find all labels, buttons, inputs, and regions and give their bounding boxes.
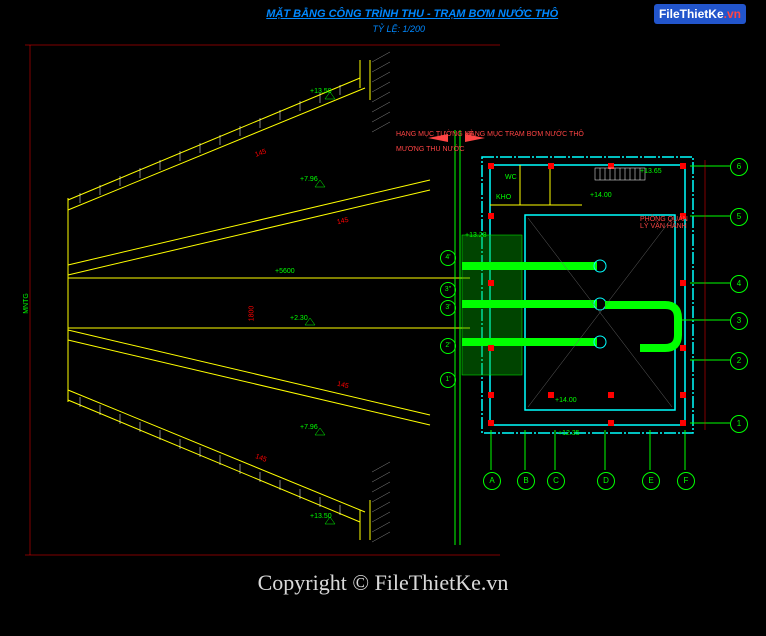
grid-bubble-3: 3 [730, 312, 748, 330]
elevation-3: +7.96 [300, 424, 318, 431]
label-phong-ql: PHÒNG QUẢN LÝ VẬN HÀNH [640, 216, 690, 230]
grid-bubble-c: C [547, 472, 565, 490]
elevation-1: +13.50 [310, 88, 332, 95]
grid-bubble-a: A [483, 472, 501, 490]
cad-drawing-canvas: MẶT BẰNG CÔNG TRÌNH THU - TRẠM BƠM NƯỚC … [0, 0, 766, 636]
elevation-6: +5600 [275, 268, 295, 275]
grid-bubble-2p: 2' [440, 338, 456, 354]
grid-bubble-e: E [642, 472, 660, 490]
grid-bubble-3pp: 3'' [440, 282, 456, 298]
elevation-9: +14.00 [590, 192, 612, 199]
elevation-7: +13.28 [465, 232, 487, 239]
grid-bubble-f: F [677, 472, 695, 490]
elevation-5: +2.30 [290, 315, 308, 322]
cad-svg-layer [0, 0, 766, 636]
elevation-2: +7.96 [300, 176, 318, 183]
elevation-8: +13.65 [640, 168, 662, 175]
grid-bubble-1: 1 [730, 415, 748, 433]
grid-bubble-6: 6 [730, 158, 748, 176]
label-wc: WC [505, 174, 517, 181]
label-mntg: MNTG [23, 293, 30, 314]
grid-bubble-4: 4 [730, 275, 748, 293]
label-kho: KHO [496, 194, 511, 201]
grid-bubble-4p: 4' [440, 250, 456, 266]
grid-bubble-5: 5 [730, 208, 748, 226]
grid-bubble-3p: 3' [440, 300, 456, 316]
elevation-4: +13.50 [310, 513, 332, 520]
elevation-11: +12.35 [558, 430, 580, 437]
label-hang-muc-tram: HẠNG MỤC TRẠM BƠM NƯỚC THÔ [465, 131, 584, 138]
grid-bubble-2: 2 [730, 352, 748, 370]
elevation-10: +14.00 [555, 397, 577, 404]
label-hang-muc-tuong: HẠNG MỤC TƯỜNG KÈ [396, 131, 474, 138]
grid-bubble-d: D [597, 472, 615, 490]
grid-bubble-1p: 1' [440, 372, 456, 388]
grid-bubble-b: B [517, 472, 535, 490]
dim-5: 1800 [248, 306, 255, 322]
label-muong-thu: MƯƠNG THU NƯỚC [396, 146, 465, 153]
